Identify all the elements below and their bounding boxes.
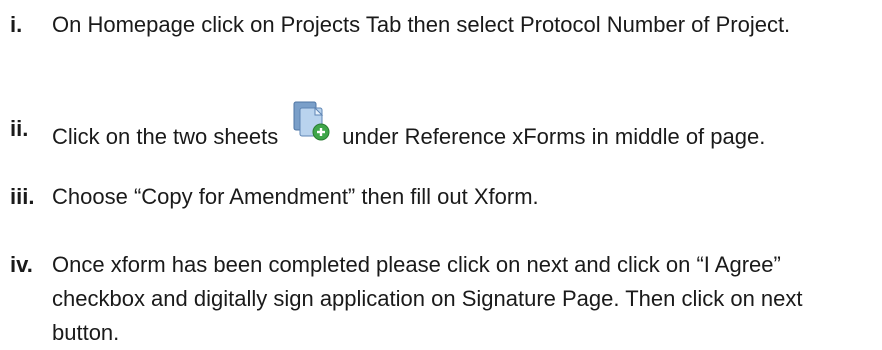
step-number: i. xyxy=(10,12,23,37)
step-number: iii. xyxy=(10,184,35,209)
step-text: Click on the two sheets under Reference … xyxy=(52,101,877,154)
copy-sheets-add-icon xyxy=(288,100,332,142)
step-text-after-icon: under Reference xForms in middle of page… xyxy=(342,124,766,149)
step-number: iv. xyxy=(10,252,33,277)
step-text: On Homepage click on Projects Tab then s… xyxy=(52,12,791,37)
step-number: ii. xyxy=(10,116,29,141)
step-text-before-icon: Click on the two sheets xyxy=(52,124,279,149)
step-text: Choose “Copy for Amendment” then fill ou… xyxy=(52,184,539,209)
step-text: Once xform has been completed please cli… xyxy=(52,252,803,345)
instruction-list: i. On Homepage click on Projects Tab the… xyxy=(0,0,882,345)
